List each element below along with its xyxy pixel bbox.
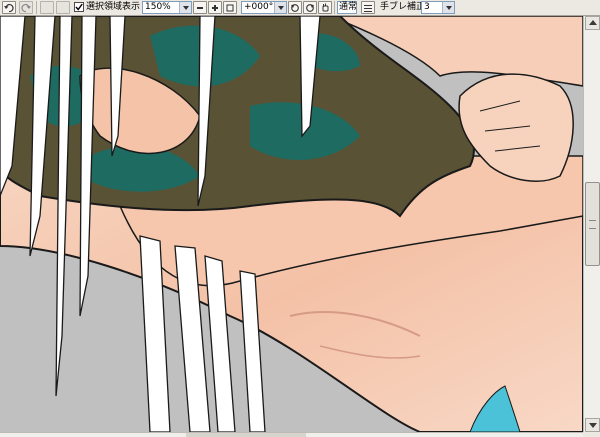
rotate-right-icon xyxy=(306,4,314,12)
selection-display-checkbox[interactable] xyxy=(74,2,84,12)
vertical-scroll-thumb[interactable] xyxy=(585,182,600,266)
horizontal-scroll-thumb[interactable] xyxy=(186,433,306,437)
arrow-down-icon xyxy=(589,423,597,428)
rotate-right-button[interactable] xyxy=(303,1,317,14)
selection-display-label: 選択領域表示 xyxy=(86,2,141,12)
clear-button[interactable] xyxy=(56,1,70,14)
minus-icon xyxy=(197,7,203,9)
stabilizer-select[interactable]: 3 xyxy=(421,1,455,14)
undo-arrow-icon xyxy=(4,4,14,13)
zoom-select[interactable]: 150% xyxy=(142,1,192,14)
plus-icon xyxy=(212,5,218,11)
drawing-canvas[interactable] xyxy=(0,16,583,432)
stabilizer-label: 手ブレ補正 xyxy=(380,2,426,12)
stabilizer-value: 3 xyxy=(424,2,430,12)
undo-button[interactable] xyxy=(2,1,16,14)
toolbar-separator xyxy=(334,1,335,14)
vertical-scrollbar[interactable] xyxy=(583,16,600,432)
zoom-in-button[interactable] xyxy=(208,1,222,14)
zoom-out-button[interactable] xyxy=(193,1,207,14)
rotate-left-button[interactable] xyxy=(288,1,302,14)
toolbar: 選択領域表示 150% +000° 通常 手ブレ補正 3 xyxy=(0,0,600,16)
checkmark-icon xyxy=(75,3,83,11)
blend-mode-select[interactable]: 通常 xyxy=(337,1,357,14)
chevron-down-icon[interactable] xyxy=(442,2,454,13)
scroll-down-button[interactable] xyxy=(585,418,600,432)
horizontal-scrollbar[interactable] xyxy=(0,432,583,437)
zoom-value: 150% xyxy=(145,2,171,12)
rotation-value: +000° xyxy=(244,2,274,12)
arrow-up-icon xyxy=(589,20,597,25)
square-icon xyxy=(226,4,234,12)
redo-button[interactable] xyxy=(19,1,33,14)
chevron-down-icon[interactable] xyxy=(179,2,191,13)
scrollbar-corner xyxy=(583,432,600,437)
deselect-button[interactable] xyxy=(40,1,54,14)
rotate-left-icon xyxy=(291,4,299,12)
list-icon xyxy=(364,5,372,12)
layer-list-button[interactable] xyxy=(361,1,375,14)
chevron-down-icon[interactable] xyxy=(274,2,286,13)
hand-tool-button[interactable] xyxy=(318,1,332,14)
scroll-up-button[interactable] xyxy=(585,16,600,30)
artwork xyxy=(0,16,583,432)
blend-mode-value: 通常 xyxy=(339,2,358,12)
rotation-select[interactable]: +000° xyxy=(241,1,287,14)
redo-arrow-icon xyxy=(21,4,31,13)
toolbar-separator xyxy=(36,1,37,14)
zoom-fit-button[interactable] xyxy=(223,1,237,14)
hand-icon xyxy=(322,3,329,12)
